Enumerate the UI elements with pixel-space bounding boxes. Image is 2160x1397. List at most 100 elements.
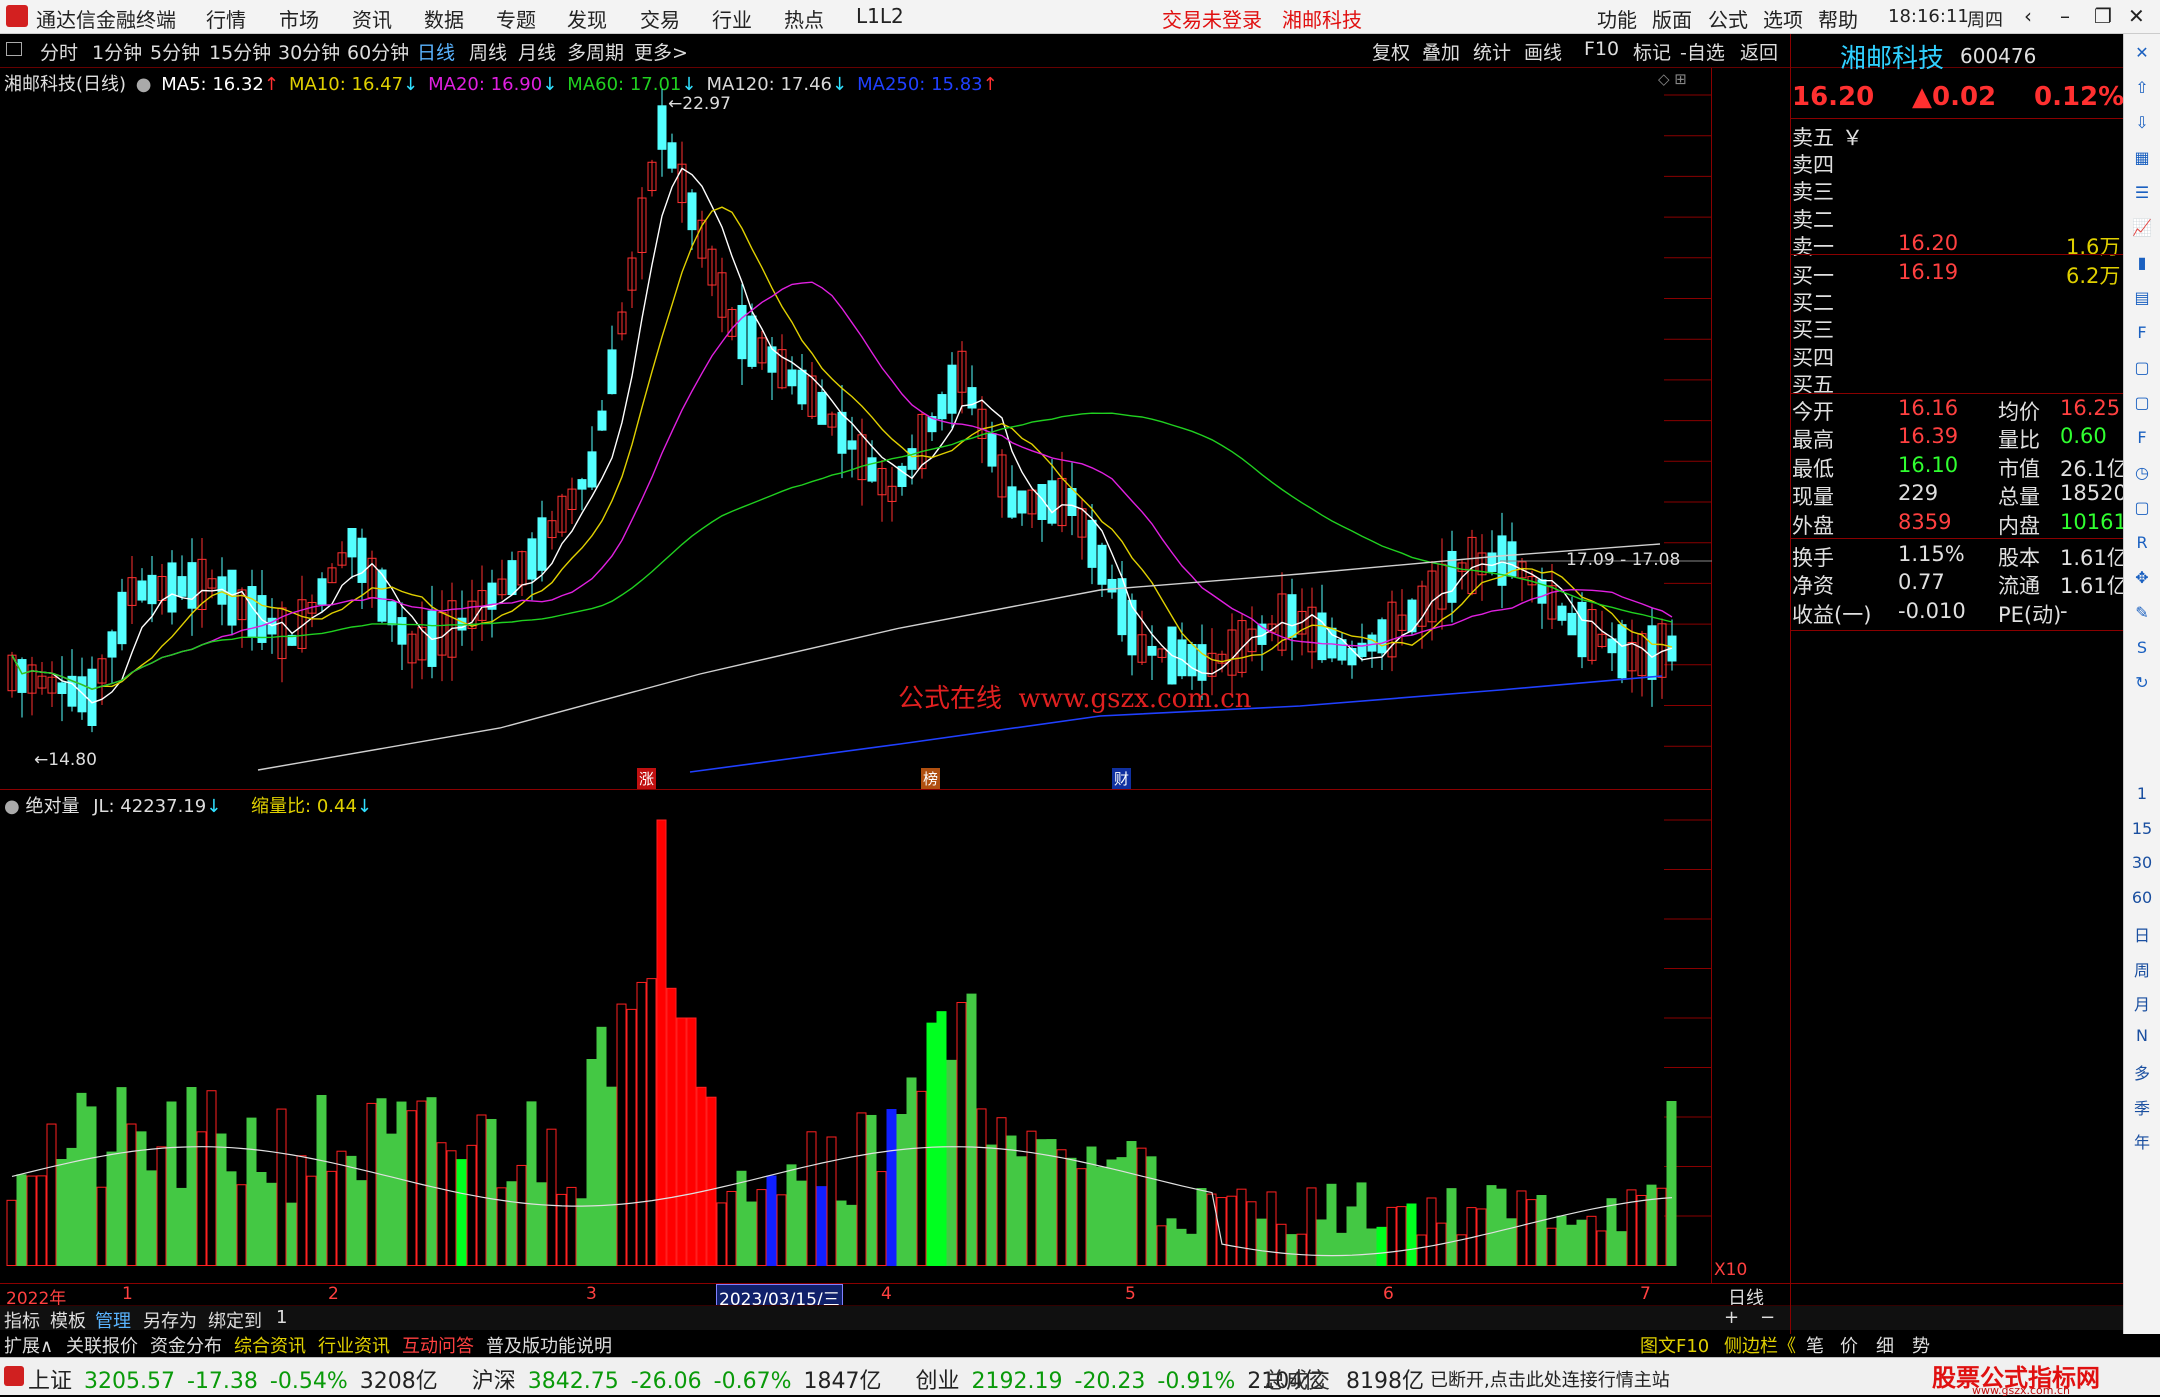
volume-bar — [1296, 1233, 1307, 1267]
sidebar-period-4[interactable]: 日 — [2126, 922, 2158, 946]
action-f10[interactable]: F10 — [1584, 38, 1619, 60]
volume-chart[interactable]: 4500040000350003000025000200001500010000… — [0, 790, 1712, 1283]
tab-shi[interactable]: 势 — [1912, 1332, 1930, 1358]
tab-bi[interactable]: 笔 — [1806, 1332, 1824, 1358]
period-day[interactable]: 日线 — [417, 38, 455, 65]
period-30min[interactable]: 30分钟 — [278, 38, 340, 65]
period-more[interactable]: 更多> — [634, 38, 688, 65]
sidebar-period-5[interactable]: 周 — [2126, 957, 2158, 981]
menu-zhuanti[interactable]: 专题 — [496, 4, 536, 33]
volume-panel[interactable]: ● 绝对量 JL: 42237.19↓ 缩量比: 0.44↓ 450004000… — [0, 790, 1747, 1283]
action-huaxian[interactable]: 画线 — [1524, 38, 1562, 65]
zoom-in-button[interactable]: + — [1724, 1307, 1739, 1328]
period-week[interactable]: 周线 — [469, 38, 507, 65]
marker-cai[interactable]: 财 — [1112, 768, 1132, 789]
menu-shuju[interactable]: 数据 — [424, 4, 464, 33]
tab-hudongwenda[interactable]: 互动问答 — [402, 1332, 474, 1358]
menu-banmian[interactable]: 版面 — [1652, 4, 1692, 33]
doc-icon[interactable]: ▢ — [2129, 495, 2155, 521]
restore-icon[interactable]: ❐ — [2094, 4, 2112, 28]
menu-xuanxiang[interactable]: 选项 — [1763, 4, 1803, 33]
tab-xi[interactable]: 细 — [1876, 1332, 1894, 1358]
sidebar-period-0[interactable]: 1 — [2126, 784, 2158, 803]
clock-icon[interactable]: ◷ — [2129, 460, 2155, 486]
refresh-icon[interactable]: ↻ — [2129, 670, 2155, 696]
tab-guanlianbaojia[interactable]: 关联报价 — [66, 1332, 138, 1358]
chart-settings-icons[interactable]: ◇ ⊞ — [1658, 70, 1687, 88]
doc-icon[interactable]: ▢ — [2129, 390, 2155, 416]
grid-icon[interactable]: ▦ — [2129, 145, 2155, 171]
f10-icon[interactable]: F — [2129, 320, 2155, 346]
tab-pujiban[interactable]: 普及版功能说明 — [486, 1332, 612, 1358]
bars-icon[interactable]: ▮ — [2129, 250, 2155, 276]
action-fanhui[interactable]: 返回 — [1740, 38, 1778, 65]
sidebar-period-10[interactable]: 年 — [2126, 1129, 2158, 1153]
action-biaoji[interactable]: 标记 — [1633, 38, 1671, 65]
kline-panel[interactable]: 湘邮科技(日线) ● MA5: 16.32↑ MA10: 16.47↓ MA20: … — [0, 68, 1712, 790]
minimize-icon[interactable]: – — [2060, 4, 2070, 28]
period-5min[interactable]: 5分钟 — [150, 38, 200, 65]
tab-hangyezixun[interactable]: 行业资讯 — [318, 1332, 390, 1358]
sidebar-period-3[interactable]: 60 — [2126, 888, 2158, 907]
menu-gongshi[interactable]: 公式 — [1708, 4, 1748, 33]
menu-hangye[interactable]: 行业 — [712, 4, 752, 33]
list-icon[interactable]: ☰ — [2129, 180, 2155, 206]
marker-bang[interactable]: 榜 — [921, 768, 941, 789]
menu-redian[interactable]: 热点 — [784, 4, 824, 33]
menu-l1l2[interactable]: L1L2 — [856, 4, 904, 28]
period-fenshi[interactable]: 分时 — [40, 38, 78, 65]
tab-zonghezixun[interactable]: 综合资讯 — [234, 1332, 306, 1358]
status-icon[interactable] — [4, 1366, 24, 1386]
menu-jiaoyi[interactable]: 交易 — [640, 4, 680, 33]
toolbar-menu-icon[interactable] — [6, 42, 22, 56]
tab-tuwen-f10[interactable]: 图文F10 — [1640, 1332, 1709, 1358]
tab-sidebar[interactable]: 侧边栏《 — [1724, 1332, 1796, 1358]
sidebar-period-7[interactable]: N — [2126, 1026, 2158, 1045]
sidebar-period-9[interactable]: 季 — [2126, 1095, 2158, 1119]
menu-gongneng[interactable]: 功能 — [1597, 4, 1637, 33]
menu-faxian[interactable]: 发现 — [567, 4, 607, 33]
index-item[interactable]: 上证 3205.57 -17.38 -0.54% 3208亿 — [28, 1369, 450, 1394]
menu-hangqing[interactable]: 行情 — [206, 4, 246, 33]
back-icon[interactable]: ‹ — [2024, 4, 2032, 28]
close-icon[interactable]: ✕ — [2128, 4, 2145, 28]
sidebar-period-6[interactable]: 月 — [2126, 991, 2158, 1015]
connection-message[interactable]: 已断开,点击此处连接行情主站 — [1430, 1366, 1670, 1392]
move-icon[interactable]: ✥ — [2129, 565, 2155, 591]
action-tongji[interactable]: 统计 — [1473, 38, 1511, 65]
tab-kuozhan[interactable]: 扩展∧ — [4, 1332, 53, 1358]
tab-one[interactable]: 1 — [276, 1307, 287, 1328]
chart-icon[interactable]: 📈 — [2129, 215, 2155, 241]
sidebar-period-2[interactable]: 30 — [2126, 853, 2158, 872]
down-arrow-icon[interactable]: ⇩ — [2129, 110, 2155, 136]
doc-icon[interactable]: ▢ — [2129, 355, 2155, 381]
period-1min[interactable]: 1分钟 — [92, 38, 142, 65]
action-diejia[interactable]: 叠加 — [1422, 38, 1460, 65]
marker-zhang[interactable]: 涨 — [637, 768, 657, 789]
fs-icon[interactable]: S — [2129, 635, 2155, 661]
index-ticker[interactable]: 上证 3205.57 -17.38 -0.54% 3208亿 沪深 3842.75 -26.0… — [28, 1363, 1359, 1395]
menu-shichang[interactable]: 市场 — [279, 4, 319, 33]
tab-zijinfenbu[interactable]: 资金分布 — [150, 1332, 222, 1358]
menu-zixun[interactable]: 资讯 — [352, 4, 392, 33]
sidebar-period-8[interactable]: 多 — [2126, 1060, 2158, 1084]
action-fuquan[interactable]: 复权 — [1372, 38, 1410, 65]
sidebar-period-1[interactable]: 15 — [2126, 819, 2158, 838]
period-multi[interactable]: 多周期 — [567, 38, 624, 65]
news-icon[interactable]: ▤ — [2129, 285, 2155, 311]
zoom-out-button[interactable]: − — [1760, 1307, 1775, 1328]
kline-chart[interactable]: 23.0022.5022.0021.5021.0020.5020.0019.50… — [0, 68, 1712, 790]
period-60min[interactable]: 60分钟 — [347, 38, 409, 65]
tab-jia[interactable]: 价 — [1840, 1332, 1858, 1358]
pencil-icon[interactable]: ✎ — [2129, 600, 2155, 626]
period-month[interactable]: 月线 — [518, 38, 556, 65]
trade-status[interactable]: 交易未登录 — [1162, 4, 1262, 33]
rsi-icon[interactable]: R — [2129, 530, 2155, 556]
up-arrow-icon[interactable]: ⇧ — [2129, 75, 2155, 101]
f2-icon[interactable]: F — [2129, 425, 2155, 451]
action-zixuan[interactable]: -自选 — [1680, 38, 1725, 65]
menu-bangzhu[interactable]: 帮助 — [1818, 4, 1858, 33]
index-item[interactable]: 沪深 3842.75 -26.06 -0.67% 1847亿 — [472, 1369, 894, 1394]
period-15min[interactable]: 15分钟 — [209, 38, 271, 65]
close-icon[interactable]: ✕ — [2129, 40, 2155, 66]
